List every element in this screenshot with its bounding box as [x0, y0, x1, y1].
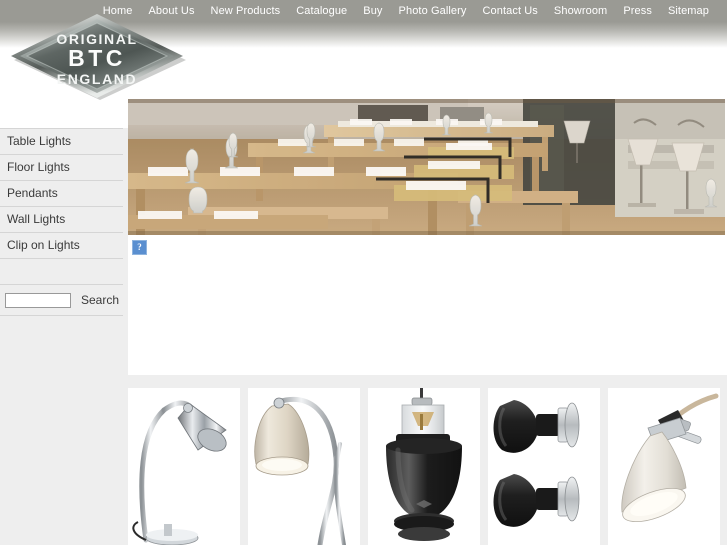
product-thumbnail-strip — [128, 388, 727, 545]
nav-item-new-products[interactable]: New Products — [203, 0, 289, 22]
broken-image-placeholder-icon[interactable]: ? — [132, 240, 147, 255]
divider — [0, 315, 123, 316]
nav-item-contact-us[interactable]: Contact Us — [475, 0, 546, 22]
sidebar-item-table-lights[interactable]: Table Lights — [0, 129, 123, 154]
main-content-panel: ? — [128, 96, 727, 375]
broken-image-glyph: ? — [137, 242, 142, 252]
page-root: ? Table Lights Floor Lights Pendants Wal… — [0, 0, 727, 545]
nav-item-sitemap[interactable]: Sitemap — [660, 0, 717, 22]
product-thumbnail-chrome-table-lamp[interactable] — [128, 388, 240, 545]
site-logo[interactable]: ORIGINAL BTC ENGLAND — [6, 8, 188, 104]
product-thumbnail-cream-table-lamp[interactable] — [248, 388, 360, 545]
product-thumbnail-black-pendant-light[interactable] — [368, 388, 480, 545]
sidebar-item-wall-lights[interactable]: Wall Lights — [0, 207, 123, 232]
nav-item-photo-gallery[interactable]: Photo Gallery — [391, 0, 475, 22]
hero-banner-image — [128, 99, 725, 235]
nav-item-press[interactable]: Press — [615, 0, 660, 22]
sidebar-navigation: Table Lights Floor Lights Pendants Wall … — [0, 128, 123, 316]
logo-line-england: ENGLAND — [57, 71, 137, 87]
nav-item-showroom[interactable]: Showroom — [546, 0, 615, 22]
sidebar-item-floor-lights[interactable]: Floor Lights — [0, 155, 123, 180]
nav-item-buy[interactable]: Buy — [355, 0, 390, 22]
sidebar-item-clip-on-lights[interactable]: Clip on Lights — [0, 233, 123, 258]
logo-line-btc: BTC — [68, 45, 126, 71]
sidebar-item-pendants[interactable]: Pendants — [0, 181, 123, 206]
sidebar-search-row: Search — [0, 285, 123, 315]
search-input[interactable] — [5, 292, 71, 308]
product-thumbnail-black-wall-lights[interactable] — [488, 388, 600, 545]
product-thumbnail-white-clip-on-light[interactable] — [608, 388, 720, 545]
search-button[interactable]: Search — [81, 293, 119, 307]
nav-item-catalogue[interactable]: Catalogue — [288, 0, 355, 22]
